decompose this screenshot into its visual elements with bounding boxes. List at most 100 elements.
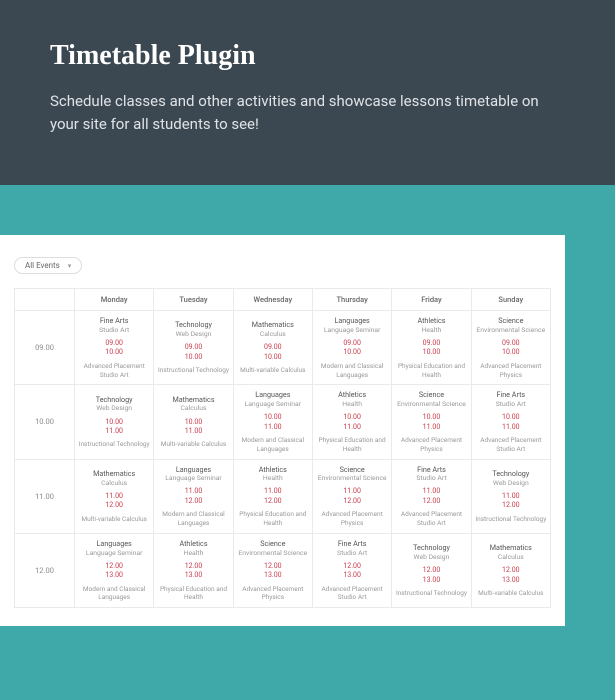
slot-subject: Science — [394, 390, 468, 400]
timetable-slot[interactable]: Fine ArtsStudio Art09.0010.00Advanced Pl… — [75, 311, 154, 385]
slot-course: Calculus — [474, 553, 548, 562]
slot-course: Studio Art — [77, 326, 151, 335]
slot-subject: Languages — [77, 539, 151, 549]
slot-subject: Athletics — [236, 465, 310, 475]
slot-end-time: 12.00 — [474, 501, 548, 510]
slot-start-time: 11.00 — [156, 487, 230, 496]
slot-subject: Technology — [77, 395, 151, 405]
slot-subject: Languages — [236, 390, 310, 400]
timetable-slot[interactable]: LanguagesLanguage Seminar10.0011.00Moder… — [233, 385, 312, 459]
slot-course: Calculus — [236, 330, 310, 339]
slot-subject: Fine Arts — [474, 390, 548, 400]
slot-end-time: 13.00 — [236, 571, 310, 580]
slot-course: Calculus — [156, 404, 230, 413]
slot-advanced: Physical Education and Health — [156, 585, 230, 603]
timetable-slot[interactable]: ScienceEnvironmental Science09.0010.00Ad… — [471, 311, 550, 385]
slot-advanced: Physical Education and Health — [315, 436, 389, 454]
slot-subject: Athletics — [156, 539, 230, 549]
slot-start-time: 11.00 — [236, 487, 310, 496]
slot-end-time: 13.00 — [156, 571, 230, 580]
slot-end-time: 11.00 — [236, 423, 310, 432]
slot-advanced: Instructional Technology — [77, 440, 151, 449]
slot-advanced: Multi-variable Calculus — [156, 440, 230, 449]
timetable-slot[interactable]: AthleticsHealth09.0010.00Physical Educat… — [392, 311, 471, 385]
slot-end-time: 10.00 — [77, 348, 151, 357]
slot-end-time: 12.00 — [315, 497, 389, 506]
slot-subject: Science — [236, 539, 310, 549]
slot-end-time: 12.00 — [156, 497, 230, 506]
page-title: Timetable Plugin — [50, 40, 565, 72]
timetable-slot[interactable]: LanguagesLanguage Seminar12.0013.00Moder… — [75, 533, 154, 607]
slot-start-time: 12.00 — [77, 562, 151, 571]
timetable-slot[interactable]: Fine ArtsStudio Art12.0013.00Advanced Pl… — [312, 533, 391, 607]
timetable-slot[interactable]: ScienceEnvironmental Science12.0013.00Ad… — [233, 533, 312, 607]
slot-start-time: 12.00 — [156, 562, 230, 571]
slot-subject: Fine Arts — [77, 316, 151, 326]
slot-subject: Languages — [156, 465, 230, 475]
slot-subject: Athletics — [394, 316, 468, 326]
timetable-slot[interactable]: LanguagesLanguage Seminar 11.0012.00 Moder… — [154, 459, 233, 533]
slot-start-time: 10.00 — [156, 418, 230, 427]
time-label: 12.00 — [15, 533, 75, 607]
events-filter-select[interactable]: All Events ▾ — [14, 257, 82, 274]
slot-end-time: 10.00 — [315, 348, 389, 357]
slot-end-time: 10.00 — [236, 353, 310, 362]
slot-start-time: 12.00 — [315, 562, 389, 571]
timetable-header-blank — [15, 289, 75, 311]
slot-course: Studio Art — [315, 549, 389, 558]
stage: All Events ▾ Monday Tuesday Wednesday Th… — [0, 185, 615, 626]
slot-subject: Mathematics — [156, 395, 230, 405]
timetable-slot[interactable]: MathematicsCalculus09.0010.00Multi-varia… — [233, 311, 312, 385]
timetable-slot[interactable]: AthleticsHealth11.0012.00Physical Educat… — [233, 459, 312, 533]
slot-end-time: 13.00 — [77, 571, 151, 580]
timetable-slot[interactable]: MathematicsCalculus11.0012.00Multi-varia… — [75, 459, 154, 533]
slot-advanced: Physical Education and Health — [394, 362, 468, 380]
slot-advanced: Modern and Classical Languages — [77, 585, 151, 603]
timetable-slot[interactable]: TechnologyWeb Design09.0010.00Instructio… — [154, 311, 233, 385]
slot-advanced: Multi-variable Calculus — [474, 589, 548, 598]
slot-course: Environmental Science — [474, 326, 548, 335]
timetable-slot[interactable]: ScienceEnvironmental Science11.0012.00Ad… — [312, 459, 391, 533]
slot-subject: Fine Arts — [394, 465, 468, 475]
timetable-slot[interactable]: MathematicsCalculus 10.0011.00 Multi-varia… — [154, 385, 233, 459]
slot-course: Web Design — [156, 330, 230, 339]
timetable-slot[interactable]: TechnologyWeb Design12.0013.00Instructio… — [392, 533, 471, 607]
timetable-slot[interactable]: ScienceEnvironmental Science10.0011.00Ad… — [392, 385, 471, 459]
slot-course: Calculus — [77, 479, 151, 488]
day-header: Tuesday — [154, 289, 233, 311]
timetable-slot[interactable]: Fine ArtsStudio Art10.0011.00Advanced Pl… — [471, 385, 550, 459]
slot-start-time: 09.00 — [156, 343, 230, 352]
timetable-slot[interactable]: TechnologyWeb Design10.0011.00Instructio… — [75, 385, 154, 459]
slot-subject: Languages — [315, 316, 389, 326]
slot-start-time: 11.00 — [77, 492, 151, 501]
slot-course: Health — [394, 326, 468, 335]
slot-start-time: 09.00 — [77, 339, 151, 348]
slot-advanced: Modern and Classical Languages — [156, 510, 230, 528]
slot-advanced: Advanced Placement Physics — [236, 585, 310, 603]
time-label: 09.00 — [15, 311, 75, 385]
timetable-slot[interactable]: AthleticsHealth10.0011.00Physical Educat… — [312, 385, 391, 459]
slot-end-time: 13.00 — [394, 576, 468, 585]
timetable-slot[interactable]: MathematicsCalculus12.0013.00Multi-varia… — [471, 533, 550, 607]
slot-start-time: 10.00 — [236, 413, 310, 422]
timetable-panel: All Events ▾ Monday Tuesday Wednesday Th… — [0, 235, 565, 626]
slot-subject: Technology — [474, 469, 548, 479]
slot-subject: Mathematics — [77, 469, 151, 479]
slot-start-time: 11.00 — [394, 487, 468, 496]
slot-advanced: Advanced Placement Physics — [315, 510, 389, 528]
day-header: Thursday — [312, 289, 391, 311]
slot-subject: Mathematics — [236, 320, 310, 330]
slot-advanced: Instructional Technology — [394, 589, 468, 598]
timetable-slot[interactable]: AthleticsHealth12.0013.00Physical Educat… — [154, 533, 233, 607]
slot-advanced: Instructional Technology — [474, 515, 548, 524]
slot-end-time: 11.00 — [394, 423, 468, 432]
slot-end-time: 13.00 — [474, 576, 548, 585]
timetable-slot[interactable]: LanguagesLanguage Seminar09.0010.00Moder… — [312, 311, 391, 385]
slot-end-time: 11.00 — [156, 427, 230, 436]
hero-section: Timetable Plugin Schedule classes and ot… — [0, 0, 615, 185]
timetable-slot[interactable]: TechnologyWeb Design11.0012.00Instructio… — [471, 459, 550, 533]
slot-course: Language Seminar — [156, 474, 230, 483]
timetable-slot[interactable]: Fine ArtsStudio Art11.0012.00Advanced Pl… — [392, 459, 471, 533]
slot-start-time: 12.00 — [474, 566, 548, 575]
chevron-down-icon: ▾ — [68, 262, 72, 270]
